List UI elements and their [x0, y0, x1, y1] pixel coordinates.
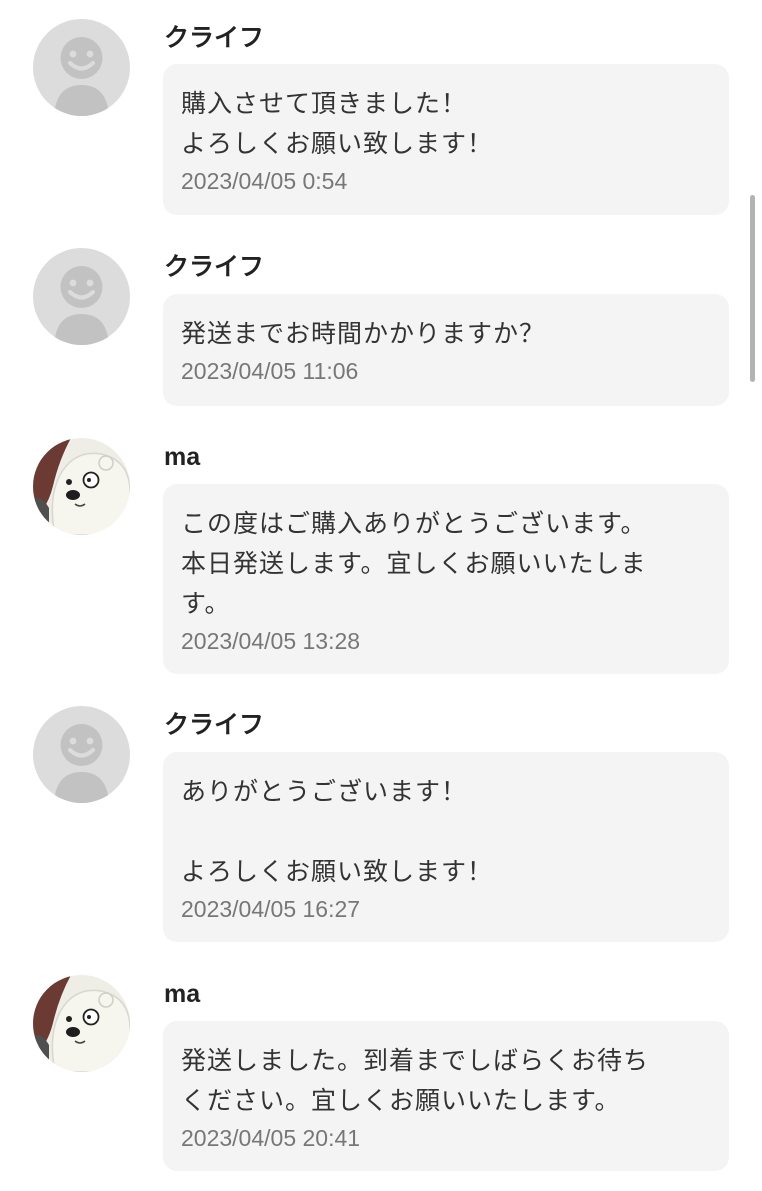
avatar[interactable]: [33, 438, 130, 535]
message-timestamp: 2023/04/05 16:27: [181, 896, 361, 922]
sender-name[interactable]: クライフ: [164, 252, 264, 282]
message-text: 購入させて頂きました！ よろしくお願い致します！: [181, 89, 494, 158]
message-text: 発送しました。到着までしばらくお待ち ください。宜しくお願いいたします。: [181, 1046, 650, 1115]
message-timestamp: 2023/04/05 13:28: [181, 628, 361, 654]
scrollbar[interactable]: [750, 195, 755, 382]
avatar[interactable]: [33, 706, 130, 803]
message-bubble: 発送までお時間かかりますか？ 2023/04/05 11:06: [163, 294, 729, 406]
message-text: 発送までお時間かかりますか？: [181, 319, 546, 348]
message-timestamp: 2023/04/05 20:41: [181, 1125, 361, 1151]
message-text: ありがとうございます！ よろしくお願い致します！: [181, 777, 494, 886]
sender-name[interactable]: クライフ: [164, 23, 264, 53]
message-bubble: ありがとうございます！ よろしくお願い致します！ 2023/04/05 16:2…: [163, 752, 729, 942]
message-thread: クライフ 購入させて頂きました！ よろしくお願い致します！ 2023/04/05…: [0, 0, 762, 1191]
polar-bear-avatar: [33, 975, 130, 1072]
default-user-icon: [33, 19, 130, 116]
avatar[interactable]: [33, 19, 130, 116]
avatar[interactable]: [33, 975, 130, 1072]
default-user-icon: [33, 248, 130, 345]
polar-bear-avatar: [33, 438, 130, 535]
message-timestamp: 2023/04/05 11:06: [181, 358, 359, 384]
sender-name[interactable]: クライフ: [164, 710, 264, 740]
message-bubble: 購入させて頂きました！ よろしくお願い致します！ 2023/04/05 0:54: [163, 64, 729, 215]
message-text: この度はご購入ありがとうございます。 本日発送します。宜しくお願いいたしま す。: [181, 509, 647, 618]
message-bubble: この度はご購入ありがとうございます。 本日発送します。宜しくお願いいたしま す。…: [163, 484, 729, 674]
message-bubble: 発送しました。到着までしばらくお待ち ください。宜しくお願いいたします。 202…: [163, 1021, 729, 1171]
sender-name[interactable]: ma: [164, 442, 200, 472]
message-timestamp: 2023/04/05 0:54: [181, 168, 348, 194]
default-user-icon: [33, 706, 130, 803]
avatar[interactable]: [33, 248, 130, 345]
sender-name[interactable]: ma: [164, 979, 200, 1009]
